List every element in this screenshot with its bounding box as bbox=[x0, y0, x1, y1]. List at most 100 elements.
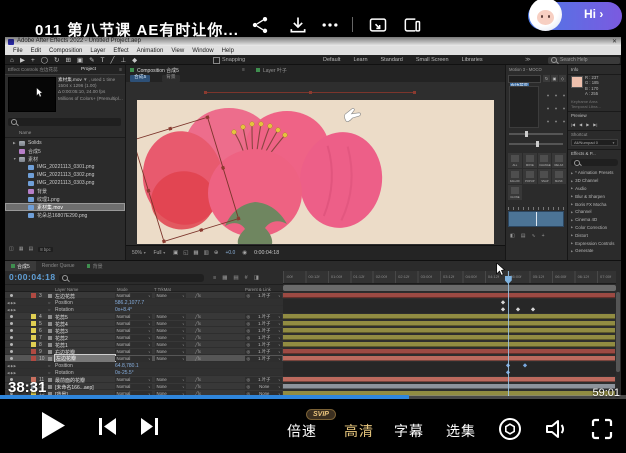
tool-icon-7[interactable]: ✎ bbox=[89, 56, 94, 64]
volume-icon[interactable] bbox=[543, 416, 569, 442]
project-name-column[interactable]: Name bbox=[19, 130, 31, 135]
motion-grid-icon[interactable]: ▣ bbox=[551, 75, 558, 82]
eye-icon[interactable] bbox=[10, 315, 13, 318]
next-button[interactable] bbox=[140, 417, 159, 436]
layer-duration-bar[interactable] bbox=[283, 377, 615, 382]
property-name[interactable]: Position bbox=[55, 363, 73, 369]
motion-footer-icon-0[interactable]: ◧ bbox=[510, 233, 515, 239]
effects-category[interactable]: ▶Blur & Sharpen bbox=[568, 192, 622, 200]
tab-project[interactable]: Project bbox=[81, 67, 96, 72]
trkmat-select[interactable]: None∨ bbox=[155, 314, 186, 319]
stopwatch-icon[interactable]: ○ bbox=[48, 307, 50, 312]
anchor-dot-grid[interactable] bbox=[544, 89, 566, 127]
project-item[interactable]: IMG_20221113_0303.png bbox=[5, 179, 125, 187]
label-color-chip[interactable] bbox=[31, 356, 36, 361]
menu-effect[interactable]: Effect bbox=[113, 48, 128, 54]
tool-icon-3[interactable]: ◯ bbox=[41, 56, 48, 64]
quality-button[interactable]: 高清 bbox=[344, 421, 374, 441]
column-parent[interactable]: Parent & Link bbox=[245, 287, 271, 292]
effects-category[interactable]: ▶Channel bbox=[568, 208, 622, 216]
tool-icon-1[interactable]: ▶ bbox=[20, 56, 25, 64]
camera-icon[interactable]: ◉ bbox=[242, 250, 247, 256]
parent-select[interactable]: ◎1.叶子∨ bbox=[245, 293, 282, 298]
workspace-overflow-icon[interactable]: ≫ bbox=[525, 57, 531, 63]
tool-icon-0[interactable]: ⌂ bbox=[10, 57, 14, 64]
property-name[interactable]: Rotation bbox=[55, 307, 74, 313]
effects-search-input[interactable] bbox=[571, 159, 618, 166]
project-item[interactable]: 素材集.mov bbox=[5, 203, 125, 211]
tool-icon-9[interactable]: ╱ bbox=[111, 56, 115, 64]
playhead-line[interactable] bbox=[508, 271, 509, 396]
label-color-chip[interactable] bbox=[31, 335, 36, 340]
property-row[interactable]: ◀◆▶○Rotation0x+8.4° bbox=[5, 306, 283, 313]
mode-select[interactable]: Normal∨ bbox=[115, 377, 152, 382]
motion-footer-icon-2[interactable]: ∿ bbox=[531, 233, 535, 239]
property-row[interactable]: ◀◆▶○Position64.8,780.1 bbox=[5, 362, 283, 369]
parent-select[interactable]: ◎1.叶子∨ bbox=[245, 349, 282, 354]
property-value[interactable]: 64.8,780.1 bbox=[115, 363, 139, 369]
keyframe-nav-icons[interactable]: ◀◆▶ bbox=[7, 371, 17, 375]
tab-layer[interactable]: Layer 叶子 bbox=[256, 67, 287, 74]
keyframe-icon[interactable] bbox=[523, 363, 528, 368]
view-tab-background[interactable]: 背景 bbox=[162, 75, 180, 82]
eye-icon[interactable] bbox=[10, 350, 13, 353]
magnification-select[interactable]: 50%▼ bbox=[132, 250, 146, 256]
timeline-icon-2[interactable]: ▤ bbox=[233, 275, 238, 281]
layer-row[interactable]: 9右边花瓣Normal∨None∨╱fx◎1.叶子∨ bbox=[5, 348, 283, 355]
effects-category[interactable]: ▶Distort bbox=[568, 231, 622, 239]
layer-row[interactable]: 10左边花瓣Normal∨None∨╱fx◎1.叶子∨ bbox=[5, 355, 283, 362]
eye-icon[interactable] bbox=[10, 329, 13, 332]
motion-button-all[interactable]: ALL bbox=[508, 153, 522, 168]
parent-select[interactable]: ◎1.叶子∨ bbox=[245, 321, 282, 326]
transport-icon-2[interactable]: ▶ bbox=[586, 122, 589, 127]
motion-diamond-icon[interactable]: ◇ bbox=[559, 75, 566, 82]
label-color-chip[interactable] bbox=[31, 321, 36, 326]
mode-select[interactable]: Normal∨ bbox=[115, 384, 152, 389]
menu-help[interactable]: Help bbox=[222, 48, 234, 54]
effects-category[interactable]: ▶Expression Controls bbox=[568, 239, 622, 247]
layer-row[interactable]: 5花蕊4Normal∨None∨╱fx◎1.叶子∨ bbox=[5, 320, 283, 327]
workspace-tab[interactable]: Learn bbox=[353, 57, 367, 63]
project-footer-icon-0[interactable]: ◫ bbox=[9, 246, 14, 252]
keyframe-nav-icons[interactable]: ◀◆▶ bbox=[7, 301, 17, 305]
workspace-tab[interactable]: Small Screen bbox=[416, 57, 449, 63]
video-progress-bar[interactable] bbox=[0, 395, 626, 399]
menu-layer[interactable]: Layer bbox=[90, 48, 105, 54]
column-layer-name[interactable]: Layer Name bbox=[55, 287, 78, 292]
mode-select[interactable]: Normal∨ bbox=[115, 349, 152, 354]
tool-icon-10[interactable]: ⊥ bbox=[120, 56, 126, 64]
fullscreen-icon[interactable] bbox=[590, 417, 614, 441]
share-icon[interactable] bbox=[250, 15, 270, 35]
motion-refresh-icon[interactable]: ↻ bbox=[543, 75, 550, 82]
project-item[interactable]: IMG_20221113_0301.png bbox=[5, 163, 125, 171]
effects-category[interactable]: ▶Generate bbox=[568, 247, 622, 255]
project-footer-icon-2[interactable]: ▤ bbox=[28, 246, 33, 252]
project-item[interactable]: 合成5 bbox=[5, 147, 125, 155]
tool-icon-6[interactable]: ▣ bbox=[77, 56, 83, 64]
timeline-icon-1[interactable]: ▦ bbox=[222, 275, 227, 281]
layer-duration-bar[interactable] bbox=[283, 293, 615, 298]
slider-knob[interactable] bbox=[525, 131, 528, 137]
motion-name-field[interactable]: 左边花蕊 bbox=[508, 75, 541, 83]
motion-button-mask[interactable]: MASK bbox=[552, 169, 566, 184]
label-color-chip[interactable] bbox=[31, 349, 36, 354]
workspace-tab[interactable]: Standard bbox=[381, 57, 403, 63]
effects-category[interactable]: ▶* Animation Presets bbox=[568, 169, 622, 177]
motion-waveform[interactable] bbox=[508, 211, 564, 227]
effects-category[interactable]: ▶Cinema 4D bbox=[568, 216, 622, 224]
motion-footer-icon-3[interactable]: + bbox=[542, 233, 545, 239]
property-row[interactable]: ◀◆▶○Rotation0x-25.5° bbox=[5, 369, 283, 376]
viewer-timecode[interactable]: 0:00:04:18 bbox=[254, 250, 279, 256]
menu-view[interactable]: View bbox=[171, 48, 184, 54]
parent-select[interactable]: ◎1.叶子∨ bbox=[245, 328, 282, 333]
label-color-chip[interactable] bbox=[31, 314, 36, 319]
panel-menu-icon[interactable]: ≡ bbox=[119, 67, 122, 73]
mode-select[interactable]: Normal∨ bbox=[115, 293, 152, 298]
label-color-chip[interactable] bbox=[31, 342, 36, 347]
project-search-input[interactable] bbox=[8, 118, 121, 126]
trkmat-select[interactable]: None∨ bbox=[155, 293, 186, 298]
motion-button-snap[interactable]: SNAP bbox=[538, 169, 552, 184]
assistant-hi-label[interactable]: Hi › bbox=[584, 7, 603, 21]
layer-row[interactable]: 11最前面的花瓣Normal∨None∨╱fx◎1.叶子∨ bbox=[5, 376, 283, 383]
mode-select[interactable]: Normal∨ bbox=[115, 314, 152, 319]
